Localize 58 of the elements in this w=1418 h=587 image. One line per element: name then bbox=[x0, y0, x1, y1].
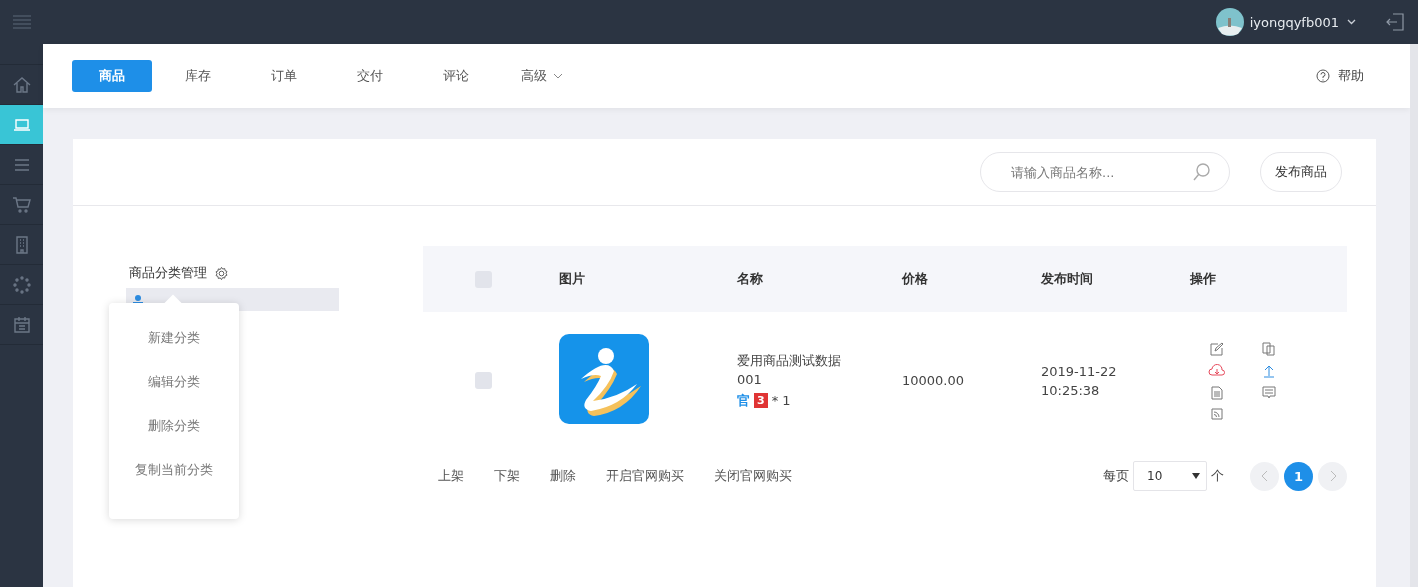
tab[interactable]: 评论 bbox=[416, 60, 496, 92]
unit-label: 个 bbox=[1211, 467, 1224, 485]
bulk-action-button[interactable]: 下架 bbox=[479, 467, 535, 485]
avatar[interactable] bbox=[1215, 8, 1244, 36]
tab[interactable]: 高级 bbox=[502, 60, 582, 92]
bulk-action-button[interactable]: 开启官网购买 bbox=[591, 467, 699, 485]
tab[interactable]: 交付 bbox=[330, 60, 410, 92]
product-name: 爱用商品测试数据001 bbox=[737, 352, 842, 389]
menu-item[interactable]: 删除分类 bbox=[109, 417, 239, 461]
menu-item[interactable]: 新建分类 bbox=[109, 329, 239, 373]
column-header: 价格 bbox=[902, 270, 929, 288]
copy-icon[interactable] bbox=[1262, 341, 1276, 356]
tab[interactable]: 库存 bbox=[158, 60, 238, 92]
calendar-icon[interactable] bbox=[11, 314, 32, 335]
settings-icon[interactable] bbox=[214, 265, 229, 281]
table-cell-text: 10000.00 bbox=[902, 373, 966, 388]
chevron-right-icon[interactable] bbox=[1328, 470, 1337, 482]
count-badge: 3 bbox=[754, 393, 768, 408]
document-icon[interactable] bbox=[1211, 385, 1223, 400]
column-header: 操作 bbox=[1190, 270, 1217, 288]
help-button[interactable]: 帮助 bbox=[1310, 66, 1370, 86]
menu-item[interactable]: 编辑分类 bbox=[109, 373, 239, 417]
publish-button[interactable]: 发布商品 bbox=[1260, 152, 1342, 192]
scrollbar[interactable] bbox=[1410, 44, 1418, 587]
message-icon[interactable] bbox=[1262, 385, 1276, 400]
bulk-action-button[interactable]: 删除 bbox=[535, 467, 591, 485]
bulk-action-button[interactable]: 关闭官网购买 bbox=[699, 467, 807, 485]
home-icon[interactable] bbox=[11, 74, 32, 95]
official-tag: 官 bbox=[737, 391, 750, 410]
cart-icon[interactable] bbox=[11, 194, 32, 215]
search-field[interactable]: 请输入商品名称... bbox=[980, 152, 1230, 192]
tab[interactable]: 订单 bbox=[244, 60, 324, 92]
user-name[interactable]: iyongqyfb001 bbox=[1249, 14, 1339, 30]
logout-icon[interactable] bbox=[1386, 13, 1404, 31]
caret-icon[interactable] bbox=[553, 73, 563, 79]
category-title: 商品分类管理 bbox=[129, 264, 207, 282]
caret-icon[interactable] bbox=[1347, 19, 1356, 25]
column-header: 发布时间 bbox=[1041, 270, 1094, 288]
upload-icon[interactable] bbox=[1262, 363, 1276, 378]
cloud-download-icon[interactable] bbox=[1208, 363, 1226, 378]
column-header: 图片 bbox=[559, 270, 586, 288]
page-size-select[interactable]: 10 bbox=[1133, 461, 1207, 491]
per-page-label: 每页 bbox=[1103, 467, 1129, 485]
menu-item[interactable]: 复制当前分类 bbox=[109, 461, 239, 505]
quantity: * 1 bbox=[771, 392, 791, 410]
sidebar-laptop-item[interactable] bbox=[0, 105, 43, 145]
table-cell-text: 2019-11-22 10:25:38 bbox=[1041, 362, 1118, 400]
dropdown-arrow-icon[interactable] bbox=[1192, 473, 1200, 479]
column-header: 名称 bbox=[737, 270, 764, 288]
chevron-left-icon[interactable] bbox=[1260, 470, 1269, 482]
spinner-icon[interactable] bbox=[11, 274, 32, 295]
rss-icon[interactable] bbox=[1211, 407, 1223, 420]
bulk-action-button[interactable]: 上架 bbox=[423, 467, 479, 485]
checkbox[interactable] bbox=[475, 372, 492, 389]
edit-icon[interactable] bbox=[1210, 341, 1224, 356]
menu-icon[interactable] bbox=[13, 15, 31, 29]
search-icon[interactable] bbox=[1192, 162, 1212, 182]
help-icon[interactable] bbox=[1316, 69, 1330, 83]
